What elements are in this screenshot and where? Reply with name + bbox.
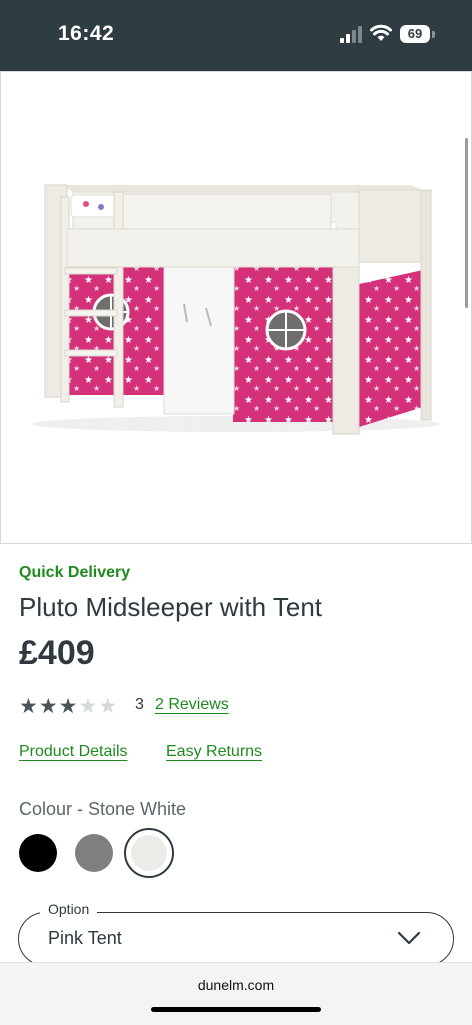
browser-url-bar[interactable]: dunelm.com [0, 962, 472, 1025]
rating-count: 3 [135, 696, 144, 713]
star-empty-icon: ★ [78, 695, 99, 718]
status-bar: 16:42 69 [0, 0, 472, 71]
product-price: £409 [19, 634, 95, 672]
status-time: 16:42 [58, 22, 115, 45]
star-rating: ★★★★★ [19, 694, 118, 719]
midsleeper-bed-illustration: ★ ★ [31, 184, 441, 435]
home-indicator[interactable] [151, 1007, 321, 1012]
cellular-signal-icon [340, 26, 362, 43]
easy-returns-link[interactable]: Easy Returns [166, 743, 262, 761]
product-details-link[interactable]: Product Details [19, 743, 128, 761]
star-icon: ★ [58, 695, 79, 718]
star-empty-icon: ★ [98, 695, 119, 718]
image-scrollbar[interactable] [465, 138, 468, 308]
chevron-down-icon[interactable] [397, 930, 421, 946]
url-text[interactable]: dunelm.com [0, 977, 472, 993]
reviews-link[interactable]: 2 Reviews [155, 696, 229, 714]
colour-swatch-grey[interactable] [75, 834, 113, 872]
battery-cap [432, 31, 435, 38]
star-icon: ★ [19, 695, 39, 718]
colour-swatch-stone-white[interactable] [131, 835, 167, 871]
wifi-icon [370, 24, 392, 41]
colour-swatch-black[interactable] [19, 834, 57, 872]
colour-label: Colour - Stone White [19, 799, 187, 819]
quick-delivery-label: Quick Delivery [19, 564, 131, 581]
product-image[interactable]: ★ ★ [0, 71, 472, 544]
battery-icon: 69 [400, 25, 430, 43]
star-icon: ★ [38, 695, 59, 718]
product-title: Pluto Midsleeper with Tent [19, 592, 323, 622]
option-value[interactable]: Pink Tent [48, 928, 122, 949]
option-legend: Option [40, 901, 98, 917]
